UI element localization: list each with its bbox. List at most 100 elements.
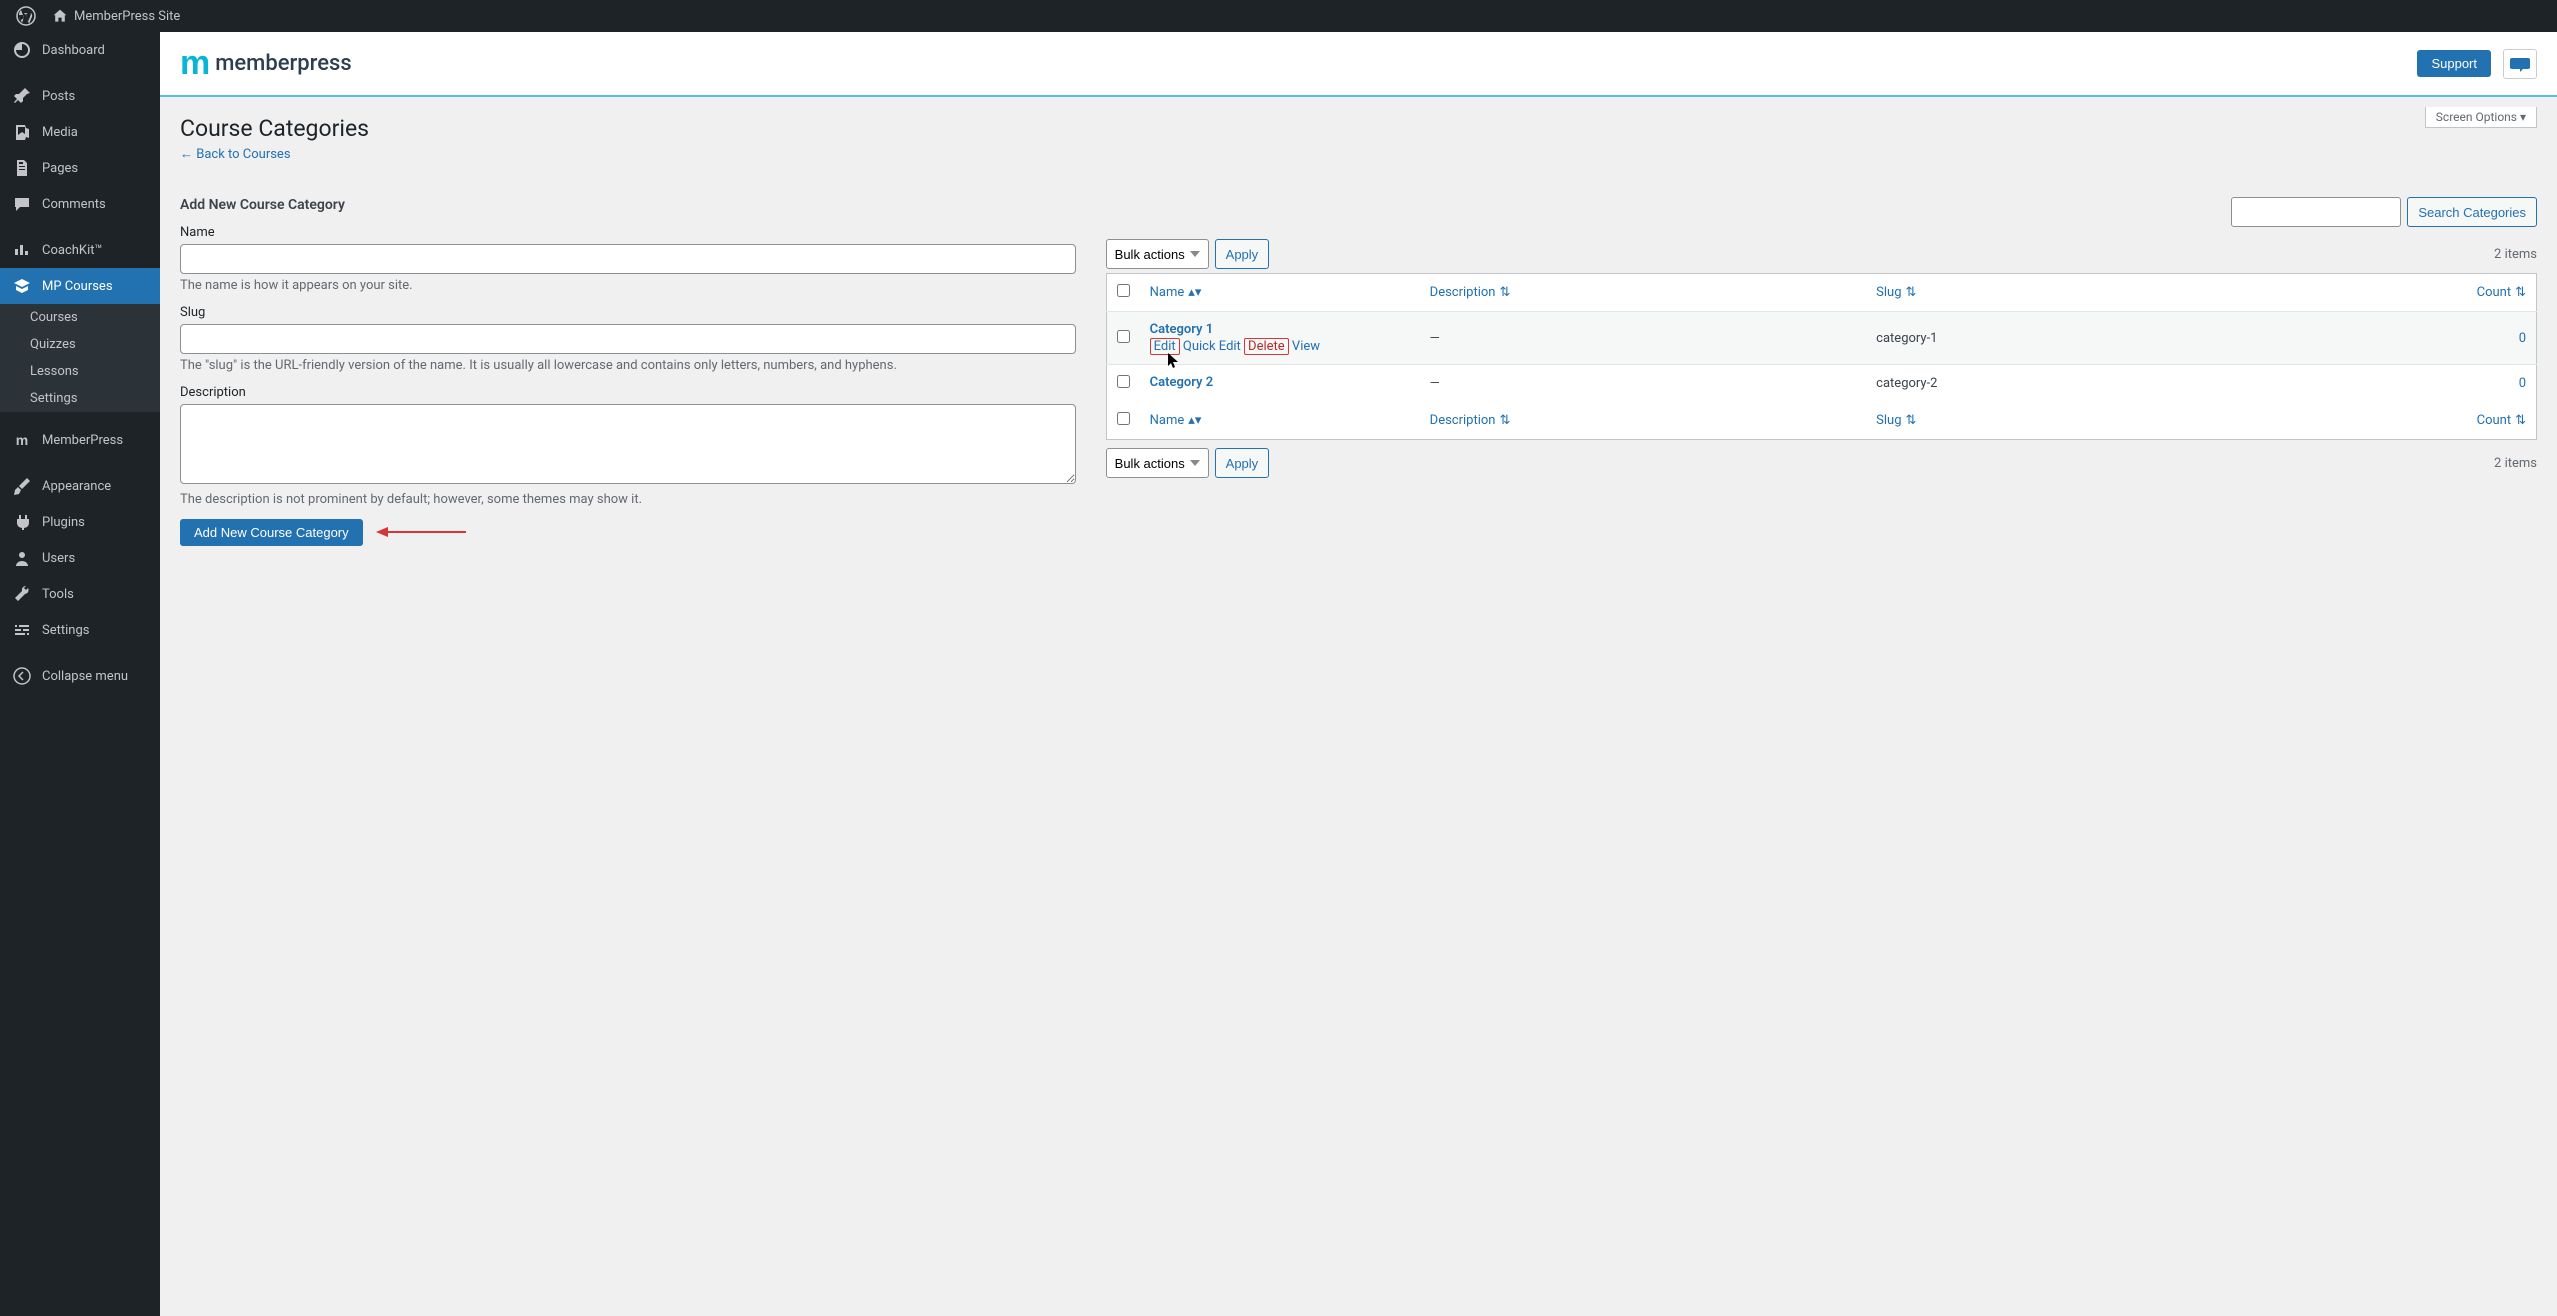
menu-label: Settings <box>42 623 89 638</box>
home-icon <box>52 8 68 24</box>
col-count-sort[interactable]: Count⇅ <box>2477 285 2526 300</box>
chat-icon <box>2510 56 2530 72</box>
col-name-sort-bottom[interactable]: Name▴▾ <box>1150 413 1202 428</box>
sort-icon: ▴▾ <box>1188 413 1201 428</box>
memberpress-icon: m <box>12 430 32 450</box>
menu-label: Appearance <box>42 479 111 494</box>
menu-posts[interactable]: Posts <box>0 78 160 114</box>
delete-link[interactable]: Delete <box>1244 338 1289 355</box>
submenu-courses[interactable]: Courses <box>0 304 160 331</box>
menu-users[interactable]: Users <box>0 540 160 576</box>
site-name-menu[interactable]: MemberPress Site <box>44 0 188 32</box>
chart-icon <box>12 240 32 260</box>
menu-label: Users <box>42 551 75 566</box>
slug-cell: category-2 <box>1866 365 2226 403</box>
menu-memberpress[interactable]: m MemberPress <box>0 422 160 458</box>
bulk-actions-select-bottom[interactable]: Bulk actions <box>1106 448 1209 478</box>
add-category-button[interactable]: Add New Course Category <box>180 519 363 546</box>
wp-logo-menu[interactable] <box>8 0 44 32</box>
brush-icon <box>12 476 32 496</box>
col-count-sort-bottom[interactable]: Count⇅ <box>2477 413 2526 428</box>
categories-table: Name▴▾ Description⇅ Slug⇅ Count⇅ Categor… <box>1106 273 2537 440</box>
wrench-icon <box>12 584 32 604</box>
slug-cell: category-1 <box>1866 312 2226 365</box>
sort-icon: ▴▾ <box>1188 285 1201 300</box>
apply-button-bottom[interactable]: Apply <box>1215 448 1270 478</box>
search-categories-button[interactable]: Search Categories <box>2407 197 2537 227</box>
menu-label: MemberPress <box>42 433 123 448</box>
memberpress-header: m memberpress Support <box>160 32 2557 97</box>
slug-input[interactable] <box>180 324 1076 354</box>
menu-pages[interactable]: Pages <box>0 150 160 186</box>
screen-options-toggle[interactable]: Screen Options ▾ <box>2425 107 2537 128</box>
menu-label: Posts <box>42 89 75 104</box>
apply-button-top[interactable]: Apply <box>1215 239 1270 269</box>
submenu-quizzes[interactable]: Quizzes <box>0 331 160 358</box>
select-all-bottom[interactable] <box>1117 412 1130 425</box>
menu-collapse[interactable]: Collapse menu <box>0 658 160 694</box>
back-to-courses-link[interactable]: ← Back to Courses <box>180 146 291 162</box>
user-icon <box>12 548 32 568</box>
pin-icon <box>12 86 32 106</box>
add-category-form: Add New Course Category Name The name is… <box>180 197 1076 546</box>
dashboard-icon <box>12 40 32 60</box>
page-icon <box>12 158 32 178</box>
main-content: m memberpress Support Screen Options ▾ C… <box>160 32 2557 586</box>
admin-sidebar: Dashboard Posts Media Pages Comments Coa… <box>0 32 160 1316</box>
chat-button[interactable] <box>2503 49 2537 79</box>
count-link[interactable]: 0 <box>2519 331 2526 346</box>
sliders-icon <box>12 620 32 640</box>
count-link[interactable]: 0 <box>2519 376 2526 391</box>
memberpress-logo-icon: m <box>180 44 205 83</box>
row-checkbox[interactable] <box>1117 330 1130 343</box>
col-desc-sort[interactable]: Description⇅ <box>1430 285 1511 300</box>
col-desc-sort-bottom[interactable]: Description⇅ <box>1430 413 1511 428</box>
menu-mp-courses[interactable]: MP Courses <box>0 268 160 304</box>
menu-label: CoachKit™ <box>42 243 103 258</box>
menu-label: MP Courses <box>42 279 113 294</box>
page-title: Course Categories <box>180 115 2537 142</box>
bulk-actions-select-top[interactable]: Bulk actions <box>1106 239 1209 269</box>
table-row: Category 2 — category-2 0 <box>1106 365 2536 403</box>
col-slug-sort-bottom[interactable]: Slug⇅ <box>1876 413 1916 428</box>
menu-media[interactable]: Media <box>0 114 160 150</box>
menu-tools[interactable]: Tools <box>0 576 160 612</box>
menu-comments[interactable]: Comments <box>0 186 160 222</box>
col-name-sort[interactable]: Name▴▾ <box>1150 285 1202 300</box>
menu-plugins[interactable]: Plugins <box>0 504 160 540</box>
support-button[interactable]: Support <box>2417 50 2491 77</box>
select-all-top[interactable] <box>1117 284 1130 297</box>
search-input[interactable] <box>2231 197 2401 227</box>
plugin-icon <box>12 512 32 532</box>
category-title-link[interactable]: Category 1 <box>1150 322 1410 337</box>
collapse-icon <box>12 666 32 686</box>
slug-help: The "slug" is the URL-friendly version o… <box>180 358 1076 373</box>
menu-label: Pages <box>42 161 78 176</box>
site-name-label: MemberPress Site <box>74 9 180 24</box>
sort-icon: ⇅ <box>1906 413 1917 428</box>
menu-appearance[interactable]: Appearance <box>0 468 160 504</box>
row-actions: Edit Quick Edit Delete View <box>1150 339 1410 354</box>
table-row: Category 1 Edit Quick Edit Delete View — <box>1106 312 2536 365</box>
view-link[interactable]: View <box>1292 339 1320 354</box>
menu-label: Plugins <box>42 515 85 530</box>
quick-edit-link[interactable]: Quick Edit <box>1183 339 1241 354</box>
annotation-arrow-icon <box>376 526 466 542</box>
submenu-lessons[interactable]: Lessons <box>0 358 160 385</box>
sort-icon: ⇅ <box>1499 285 1510 300</box>
description-textarea[interactable] <box>180 404 1076 484</box>
form-heading: Add New Course Category <box>180 197 1076 213</box>
admin-bar: MemberPress Site <box>0 0 2557 32</box>
menu-dashboard[interactable]: Dashboard <box>0 32 160 68</box>
mp-courses-submenu: Courses Quizzes Lessons Settings <box>0 304 160 412</box>
memberpress-logo: m memberpress <box>180 44 352 83</box>
name-input[interactable] <box>180 244 1076 274</box>
category-title-link[interactable]: Category 2 <box>1150 375 1410 390</box>
menu-label: Collapse menu <box>42 669 128 684</box>
col-slug-sort[interactable]: Slug⇅ <box>1876 285 1916 300</box>
menu-coachkit[interactable]: CoachKit™ <box>0 232 160 268</box>
items-count-top: 2 items <box>2494 247 2537 262</box>
submenu-settings[interactable]: Settings <box>0 385 160 412</box>
row-checkbox[interactable] <box>1117 375 1130 388</box>
menu-settings[interactable]: Settings <box>0 612 160 648</box>
